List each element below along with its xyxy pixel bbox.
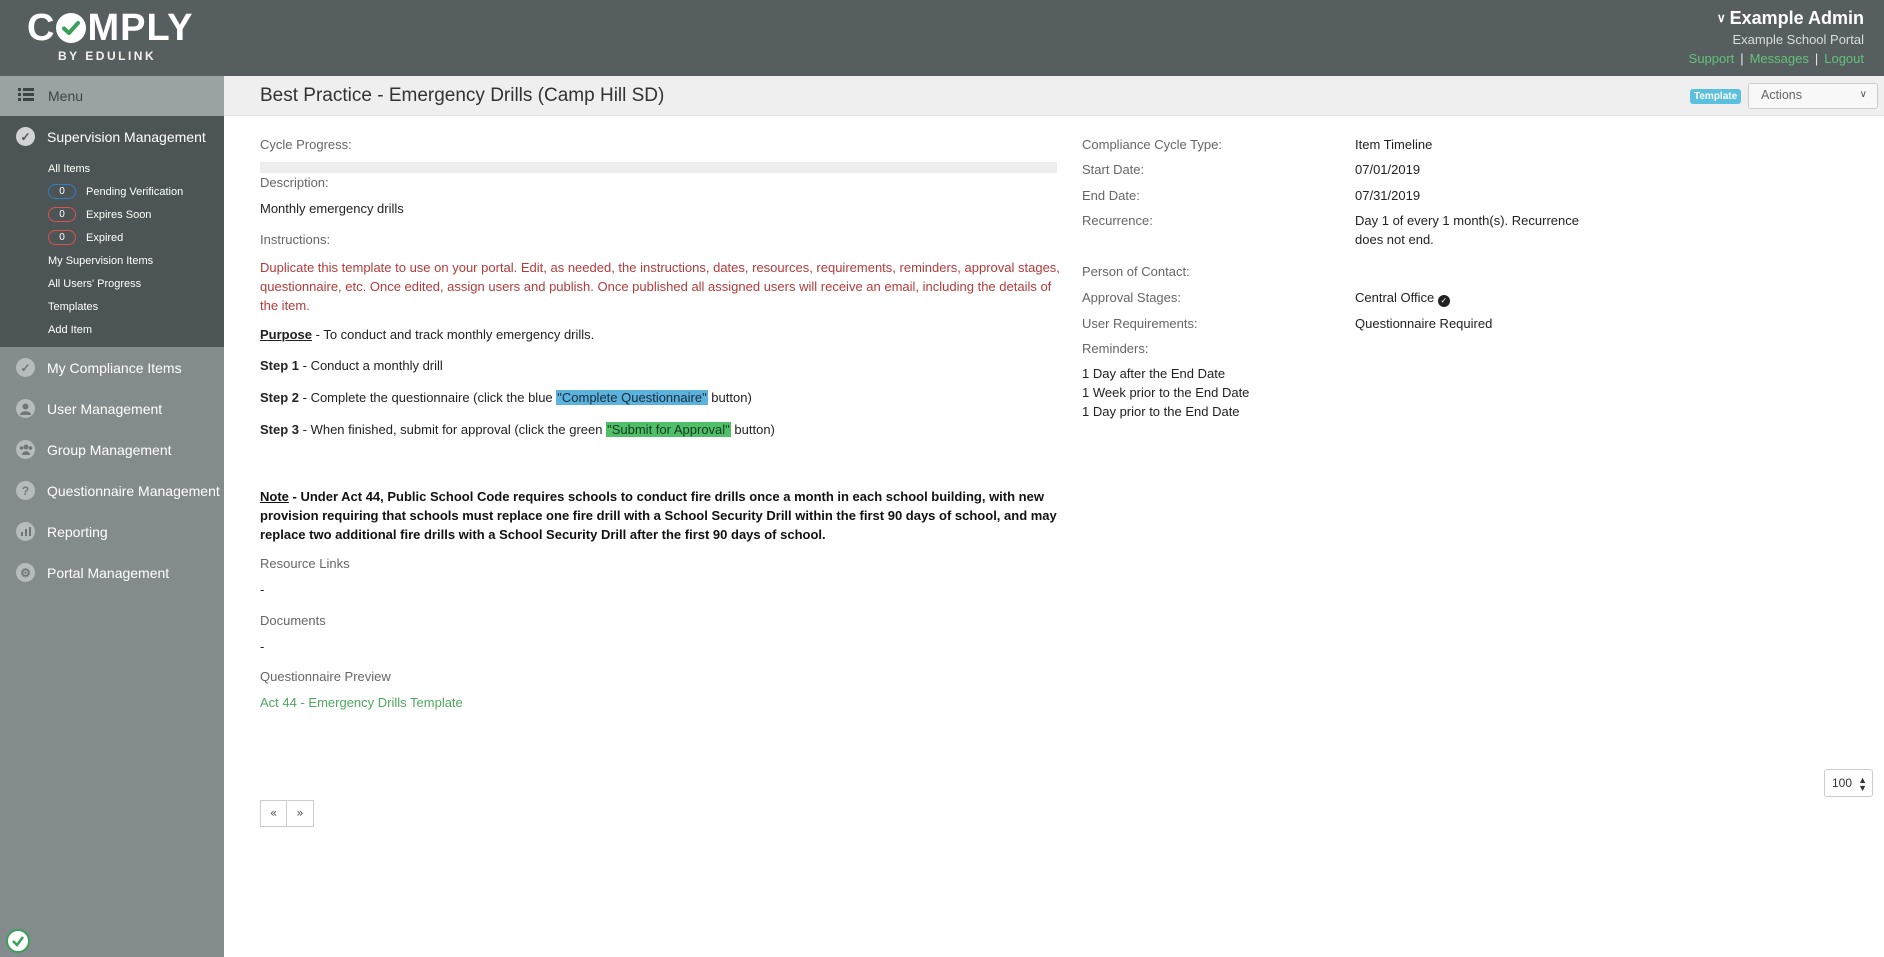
user-requirements-value: Questionnaire Required — [1355, 316, 1493, 331]
sidebar-item-reporting[interactable]: Reporting — [0, 511, 224, 552]
check-circle-icon: ✓ — [16, 358, 35, 377]
template-badge: Template — [1690, 89, 1742, 104]
sidebar-item-group-management[interactable]: Group Management — [0, 429, 224, 470]
documents-label: Documents — [260, 613, 326, 628]
approval-stages-value: Central Office ✓ — [1355, 290, 1450, 307]
page-title: Best Practice - Emergency Drills (Camp H… — [260, 85, 665, 106]
sidebar-subitem-templates[interactable]: Templates — [0, 295, 224, 318]
recurrence-label: Recurrence: — [1082, 213, 1153, 228]
sidebar-item-portal-management[interactable]: ⚙ Portal Management — [0, 552, 224, 593]
per-page-select[interactable]: 100 ▲ ▼ — [1824, 769, 1873, 797]
bar-chart-icon — [16, 522, 35, 541]
check-circle-icon: ✓ — [1437, 295, 1450, 307]
description-value: Monthly emergency drills — [260, 201, 404, 216]
cycle-progress-bar — [260, 162, 1057, 173]
sort-arrows-icon: ▲ ▼ — [1858, 775, 1867, 793]
note-paragraph: Note - Under Act 44, Public School Code … — [260, 489, 1057, 542]
comply-logo[interactable]: C MPLY BY EDULINK — [27, 8, 194, 63]
instructions-text: Duplicate this template to use on your p… — [260, 260, 1060, 313]
top-header: C MPLY BY EDULINK ∨ Example Admin Example … — [0, 0, 1884, 76]
supervision-section: ✓ Supervision Management All Items 0 Pend… — [0, 116, 224, 347]
reminder-item: 1 Week prior to the End Date — [1082, 385, 1250, 400]
sidebar-item-user-management[interactable]: User Management — [0, 388, 224, 429]
cycle-type-label: Compliance Cycle Type: — [1082, 137, 1222, 152]
end-date-value: 07/31/2019 — [1355, 188, 1421, 203]
logo-subtitle: BY EDULINK — [58, 49, 157, 63]
pagination: « » — [260, 800, 314, 827]
person-of-contact-label: Person of Contact: — [1082, 264, 1190, 279]
step2-line: Step 2 - Complete the questionnaire (cli… — [260, 390, 752, 405]
user-icon — [16, 399, 35, 418]
logo-check-icon — [56, 13, 87, 43]
top-links: Support | Messages | Logout — [1688, 51, 1864, 66]
title-bar: Best Practice - Emergency Drills (Camp H… — [224, 76, 1884, 116]
user-block: ∨ Example Admin Example School Portal Sup… — [1689, 8, 1864, 66]
sidebar-subitem-my-supervision-items[interactable]: My Supervision Items — [0, 249, 224, 272]
sidebar-subitem-pending-verification[interactable]: 0 Pending Verification — [0, 180, 224, 203]
recurrence-value-line1: Day 1 of every 1 month(s). Recurrence — [1355, 213, 1579, 228]
instructions-label: Instructions: — [260, 232, 331, 247]
question-icon: ? — [16, 481, 35, 500]
support-link[interactable]: Support — [1689, 51, 1735, 66]
purpose-label: Purpose — [260, 327, 313, 342]
reminder-item: 1 Day prior to the End Date — [1082, 404, 1240, 419]
menu-label: Menu — [48, 88, 84, 104]
sidebar-item-my-compliance-items[interactable]: ✓ My Compliance Items — [0, 347, 224, 388]
start-date-value: 07/01/2019 — [1355, 162, 1421, 177]
count-badge: 0 — [48, 230, 76, 245]
chevron-down-icon: ∨ — [1859, 89, 1867, 100]
cycle-type-value: Item Timeline — [1355, 137, 1433, 152]
logout-link[interactable]: Logout — [1824, 51, 1864, 66]
gear-icon: ⚙ — [16, 563, 35, 582]
sidebar-subitem-all-items[interactable]: All Items — [0, 157, 224, 180]
reminders-label: Reminders: — [1082, 341, 1149, 356]
menu-toggle[interactable]: Menu — [0, 76, 224, 116]
cycle-progress-label: Cycle Progress: — [260, 137, 352, 152]
next-page-button[interactable]: » — [287, 800, 314, 827]
step3-line: Step 3 - When finished, submit for appro… — [260, 422, 775, 437]
sidebar: Menu ✓ Supervision Management All Items … — [0, 76, 224, 957]
list-icon — [18, 88, 34, 104]
questionnaire-preview-link[interactable]: Act 44 - Emergency Drills Template — [260, 695, 463, 710]
documents-value: - — [260, 639, 265, 654]
sidebar-item-questionnaire-management[interactable]: ? Questionnaire Management — [0, 470, 224, 511]
group-icon — [16, 440, 35, 459]
start-date-label: Start Date: — [1082, 162, 1145, 177]
prev-page-button[interactable]: « — [260, 800, 287, 827]
resource-links-label: Resource Links — [260, 556, 350, 571]
approval-stages-label: Approval Stages: — [1082, 290, 1182, 305]
step1-line: Step 1 - Conduct a monthly drill — [260, 358, 443, 373]
user-menu-toggle[interactable]: ∨ Example Admin — [1689, 8, 1864, 29]
check-circle-icon: ✓ — [16, 127, 35, 146]
sidebar-subitem-add-item[interactable]: Add Item — [0, 318, 224, 341]
sidebar-subitem-all-users-progress[interactable]: All Users' Progress — [0, 272, 224, 295]
chevron-down-icon: ∨ — [1716, 11, 1726, 25]
description-label: Description: — [260, 175, 329, 190]
user-name: Example Admin — [1729, 8, 1864, 28]
portal-name: Example School Portal — [1732, 32, 1864, 47]
sidebar-item-supervision-management[interactable]: ✓ Supervision Management — [0, 116, 224, 157]
actions-dropdown[interactable]: Actions ∨ — [1748, 83, 1878, 109]
complete-questionnaire-highlight: "Complete Questionnaire" — [556, 390, 708, 405]
submit-for-approval-highlight: "Submit for Approval" — [606, 422, 731, 437]
messages-link[interactable]: Messages — [1750, 51, 1809, 66]
status-check-icon[interactable] — [6, 929, 30, 953]
end-date-label: End Date: — [1082, 188, 1140, 203]
purpose-line: Purpose - To conduct and track monthly e… — [260, 327, 595, 342]
sidebar-subitem-expires-soon[interactable]: 0 Expires Soon — [0, 203, 224, 226]
sidebar-subitem-expired[interactable]: 0 Expired — [0, 226, 224, 249]
user-requirements-label: User Requirements: — [1082, 316, 1198, 331]
resource-links-value: - — [260, 582, 265, 597]
count-badge: 0 — [48, 207, 76, 222]
reminder-item: 1 Day after the End Date — [1082, 366, 1226, 381]
note-label: Note — [260, 489, 289, 504]
questionnaire-preview-label: Questionnaire Preview — [260, 669, 391, 684]
recurrence-value-line2: does not end. — [1355, 232, 1434, 247]
count-badge: 0 — [48, 184, 76, 199]
